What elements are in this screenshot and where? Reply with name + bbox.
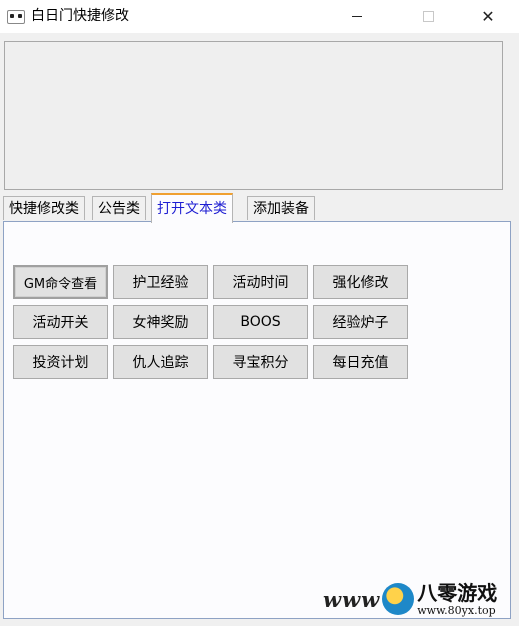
treasure-points-button[interactable]: 寻宝积分 <box>213 345 308 379</box>
gm-command-button[interactable]: GM命令查看 <box>13 265 108 299</box>
enhance-modify-button[interactable]: 强化修改 <box>313 265 408 299</box>
tab-panel-open-text: GM命令查看 护卫经验 活动时间 强化修改 活动开关 女神奖励 BOOS 经验炉… <box>3 221 511 619</box>
guard-exp-button[interactable]: 护卫经验 <box>113 265 208 299</box>
goddess-reward-button[interactable]: 女神奖励 <box>113 305 208 339</box>
close-icon: ✕ <box>481 7 495 26</box>
app-icon <box>7 10 25 24</box>
daily-recharge-button[interactable]: 每日充值 <box>313 345 408 379</box>
investment-plan-button[interactable]: 投资计划 <box>13 345 108 379</box>
maximize-icon <box>422 11 434 22</box>
watermark-logo: www 八零游戏 www.80yx.top <box>323 572 519 626</box>
watermark-url: www.80yx.top <box>417 603 496 617</box>
tab-open-text[interactable]: 打开文本类 <box>151 193 233 223</box>
event-time-button[interactable]: 活动时间 <box>213 265 308 299</box>
watermark-text: 八零游戏 www.80yx.top <box>417 582 497 617</box>
title-bar: 白日门快捷修改 ✕ <box>0 0 519 33</box>
window-title: 白日门快捷修改 <box>31 8 129 24</box>
exp-furnace-button[interactable]: 经验炉子 <box>313 305 408 339</box>
brand-logo-icon <box>382 583 415 615</box>
minimize-button[interactable] <box>334 0 380 33</box>
enemy-tracking-button[interactable]: 仇人追踪 <box>113 345 208 379</box>
boss-button[interactable]: BOOS <box>213 305 308 339</box>
watermark-www: www <box>323 586 381 612</box>
minimize-icon <box>352 16 362 17</box>
tab-announcement[interactable]: 公告类 <box>92 196 146 220</box>
tab-quick-modify[interactable]: 快捷修改类 <box>3 196 85 220</box>
watermark-brand: 八零游戏 <box>417 580 498 605</box>
text-display-area[interactable] <box>4 41 503 190</box>
maximize-button[interactable] <box>405 0 451 33</box>
tab-add-equipment[interactable]: 添加装备 <box>247 196 315 220</box>
event-switch-button[interactable]: 活动开关 <box>13 305 108 339</box>
close-button[interactable]: ✕ <box>465 0 511 33</box>
